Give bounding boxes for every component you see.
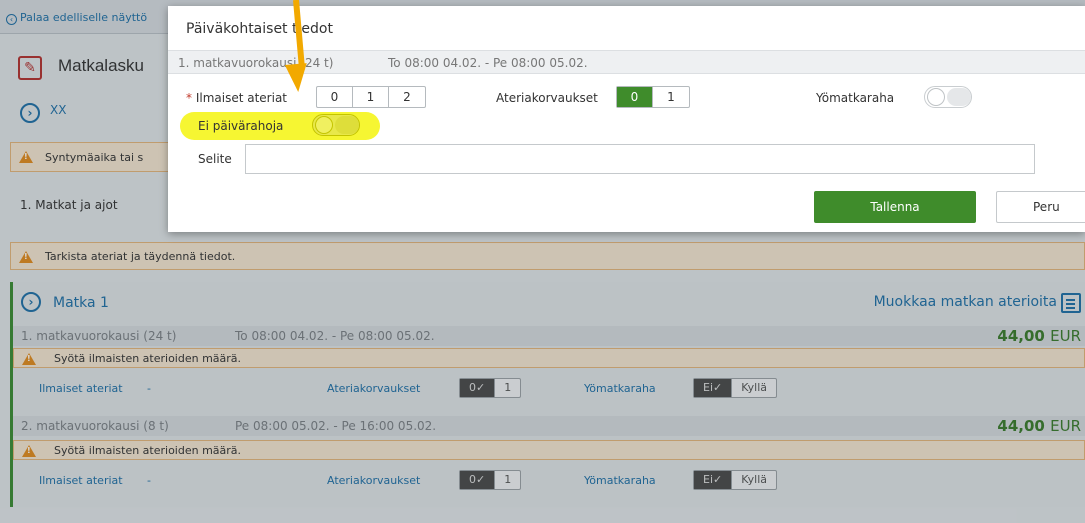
day-warning: Syötä ilmaisten aterioiden määrä. xyxy=(13,348,1085,368)
night-allowance-toggle[interactable] xyxy=(924,86,972,108)
dialog-title: Päiväkohtaiset tiedot xyxy=(186,21,333,37)
back-link-label: Palaa edelliselle näyttö xyxy=(20,11,148,24)
page-title: Matkalasku xyxy=(58,56,144,75)
night-allowance-option[interactable]: Kyllä xyxy=(732,471,776,489)
meal-comp-label: Ateriakorvaukset xyxy=(327,382,421,395)
toggle-track xyxy=(947,88,971,106)
meal-comp-option[interactable]: 1 xyxy=(495,471,520,489)
daily-details-dialog: Päiväkohtaiset tiedot 1. matkavuorokausi… xyxy=(168,6,1085,232)
day-label: 1. matkavuorokausi (24 t) xyxy=(178,56,334,70)
no-allowance-field-label: Ei päivärahoja xyxy=(198,119,284,133)
free-meals-value: - xyxy=(147,382,151,395)
toggle-knob xyxy=(928,89,944,105)
night-allowance-label: Yömatkaraha xyxy=(584,474,656,487)
night-allowance-segment[interactable]: Ei✓ Kyllä xyxy=(693,470,778,490)
day-row: 1. matkavuorokausi (24 t) To 08:00 04.02… xyxy=(13,326,1085,346)
day-warning-text: Syötä ilmaisten aterioiden määrä. xyxy=(54,352,242,365)
free-meals-option[interactable]: 2 xyxy=(389,87,425,107)
cancel-button[interactable]: Peru xyxy=(996,191,1085,223)
night-allowance-segment[interactable]: Ei✓ Kyllä xyxy=(693,378,778,398)
warning-icon xyxy=(19,251,33,263)
chevron-right-icon[interactable]: › xyxy=(21,292,41,312)
selite-input[interactable] xyxy=(245,144,1035,174)
no-allowance-toggle[interactable] xyxy=(312,114,360,136)
meals-warning: Tarkista ateriat ja täydennä tiedot. xyxy=(10,242,1085,270)
edit-list-icon[interactable] xyxy=(1061,293,1081,313)
free-meals-label: Ilmaiset ateriat xyxy=(39,474,123,487)
edit-meals-link[interactable]: Muokkaa matkan aterioita xyxy=(874,294,1057,310)
meal-comp-option[interactable]: 0✓ xyxy=(460,471,496,489)
night-allowance-option[interactable]: Ei✓ xyxy=(694,471,733,489)
meal-comp-option[interactable]: 0✓ xyxy=(460,379,496,397)
selite-field-label: Selite xyxy=(198,152,232,166)
warning-icon xyxy=(22,353,36,365)
meal-comp-field-label: Ateriakorvaukset xyxy=(496,91,598,105)
toggle-knob xyxy=(316,117,332,133)
meals-warning-text: Tarkista ateriat ja täydennä tiedot. xyxy=(45,250,236,263)
birthdate-warning-text: Syntymäaika tai s xyxy=(45,151,144,164)
free-meals-field-label: * Ilmaiset ateriat xyxy=(186,91,287,105)
day-warning: Syötä ilmaisten aterioiden määrä. xyxy=(13,440,1085,460)
meal-comp-segment[interactable]: 0✓ 1 xyxy=(459,470,522,490)
required-marker: * xyxy=(186,91,192,105)
free-meals-option[interactable]: 1 xyxy=(353,87,389,107)
save-button[interactable]: Tallenna xyxy=(814,191,976,223)
night-allowance-label: Yömatkaraha xyxy=(584,382,656,395)
free-meals-option[interactable]: 0 xyxy=(317,87,353,107)
traveler-row[interactable]: › XX xyxy=(10,94,180,134)
day-row: 2. matkavuorokausi (8 t) Pe 08:00 05.02.… xyxy=(13,416,1085,436)
chevron-right-icon[interactable]: › xyxy=(20,103,40,123)
trip-panel: › Matka 1 Muokkaa matkan aterioita 1. ma… xyxy=(10,282,1085,507)
back-link[interactable]: ‹ Palaa edelliselle näyttö xyxy=(6,11,147,25)
day-range: Pe 08:00 05.02. - Pe 16:00 05.02. xyxy=(235,419,437,433)
night-allowance-option[interactable]: Kyllä xyxy=(732,379,776,397)
annotation-arrow-icon xyxy=(284,63,310,93)
meal-comp-segment[interactable]: 0 1 xyxy=(616,86,690,108)
meal-comp-option[interactable]: 1 xyxy=(653,87,689,107)
day-options: Ilmaiset ateriat - Ateriakorvaukset 0✓ 1… xyxy=(13,468,1085,496)
day-options: Ilmaiset ateriat - Ateriakorvaukset 0✓ 1… xyxy=(13,376,1085,404)
trip-title: Matka 1 xyxy=(53,295,109,311)
night-allowance-field-label: Yömatkaraha xyxy=(816,91,895,105)
back-arrow-icon: ‹ xyxy=(6,14,17,25)
meal-comp-label: Ateriakorvaukset xyxy=(327,474,421,487)
day-range: To 08:00 04.02. - Pe 08:00 05.02. xyxy=(235,329,435,343)
invoice-header: ✎ Matkalasku xyxy=(10,44,180,90)
day-amount: 44,00 EUR xyxy=(997,327,1081,345)
section-trips-label: 1. Matkat ja ajot xyxy=(20,198,118,212)
edit-pencil-icon[interactable]: ✎ xyxy=(18,56,42,80)
meal-comp-option[interactable]: 0 xyxy=(617,87,653,107)
day-amount: 44,00 EUR xyxy=(997,417,1081,435)
free-meals-label: Ilmaiset ateriat xyxy=(39,382,123,395)
section-trips[interactable]: 1. Matkat ja ajot xyxy=(10,188,180,224)
night-allowance-option[interactable]: Ei✓ xyxy=(694,379,733,397)
warning-icon xyxy=(19,151,33,163)
free-meals-value: - xyxy=(147,474,151,487)
traveler-name: XX xyxy=(50,103,67,117)
toggle-track xyxy=(335,116,359,134)
meal-comp-segment[interactable]: 0✓ 1 xyxy=(459,378,522,398)
day-label: 2. matkavuorokausi (8 t) xyxy=(21,419,169,433)
day-label: 1. matkavuorokausi (24 t) xyxy=(21,329,177,343)
warning-icon xyxy=(22,445,36,457)
meal-comp-option[interactable]: 1 xyxy=(495,379,520,397)
day-range: To 08:00 04.02. - Pe 08:00 05.02. xyxy=(388,56,588,70)
day-warning-text: Syötä ilmaisten aterioiden määrä. xyxy=(54,444,242,457)
free-meals-segment[interactable]: 0 1 2 xyxy=(316,86,426,108)
